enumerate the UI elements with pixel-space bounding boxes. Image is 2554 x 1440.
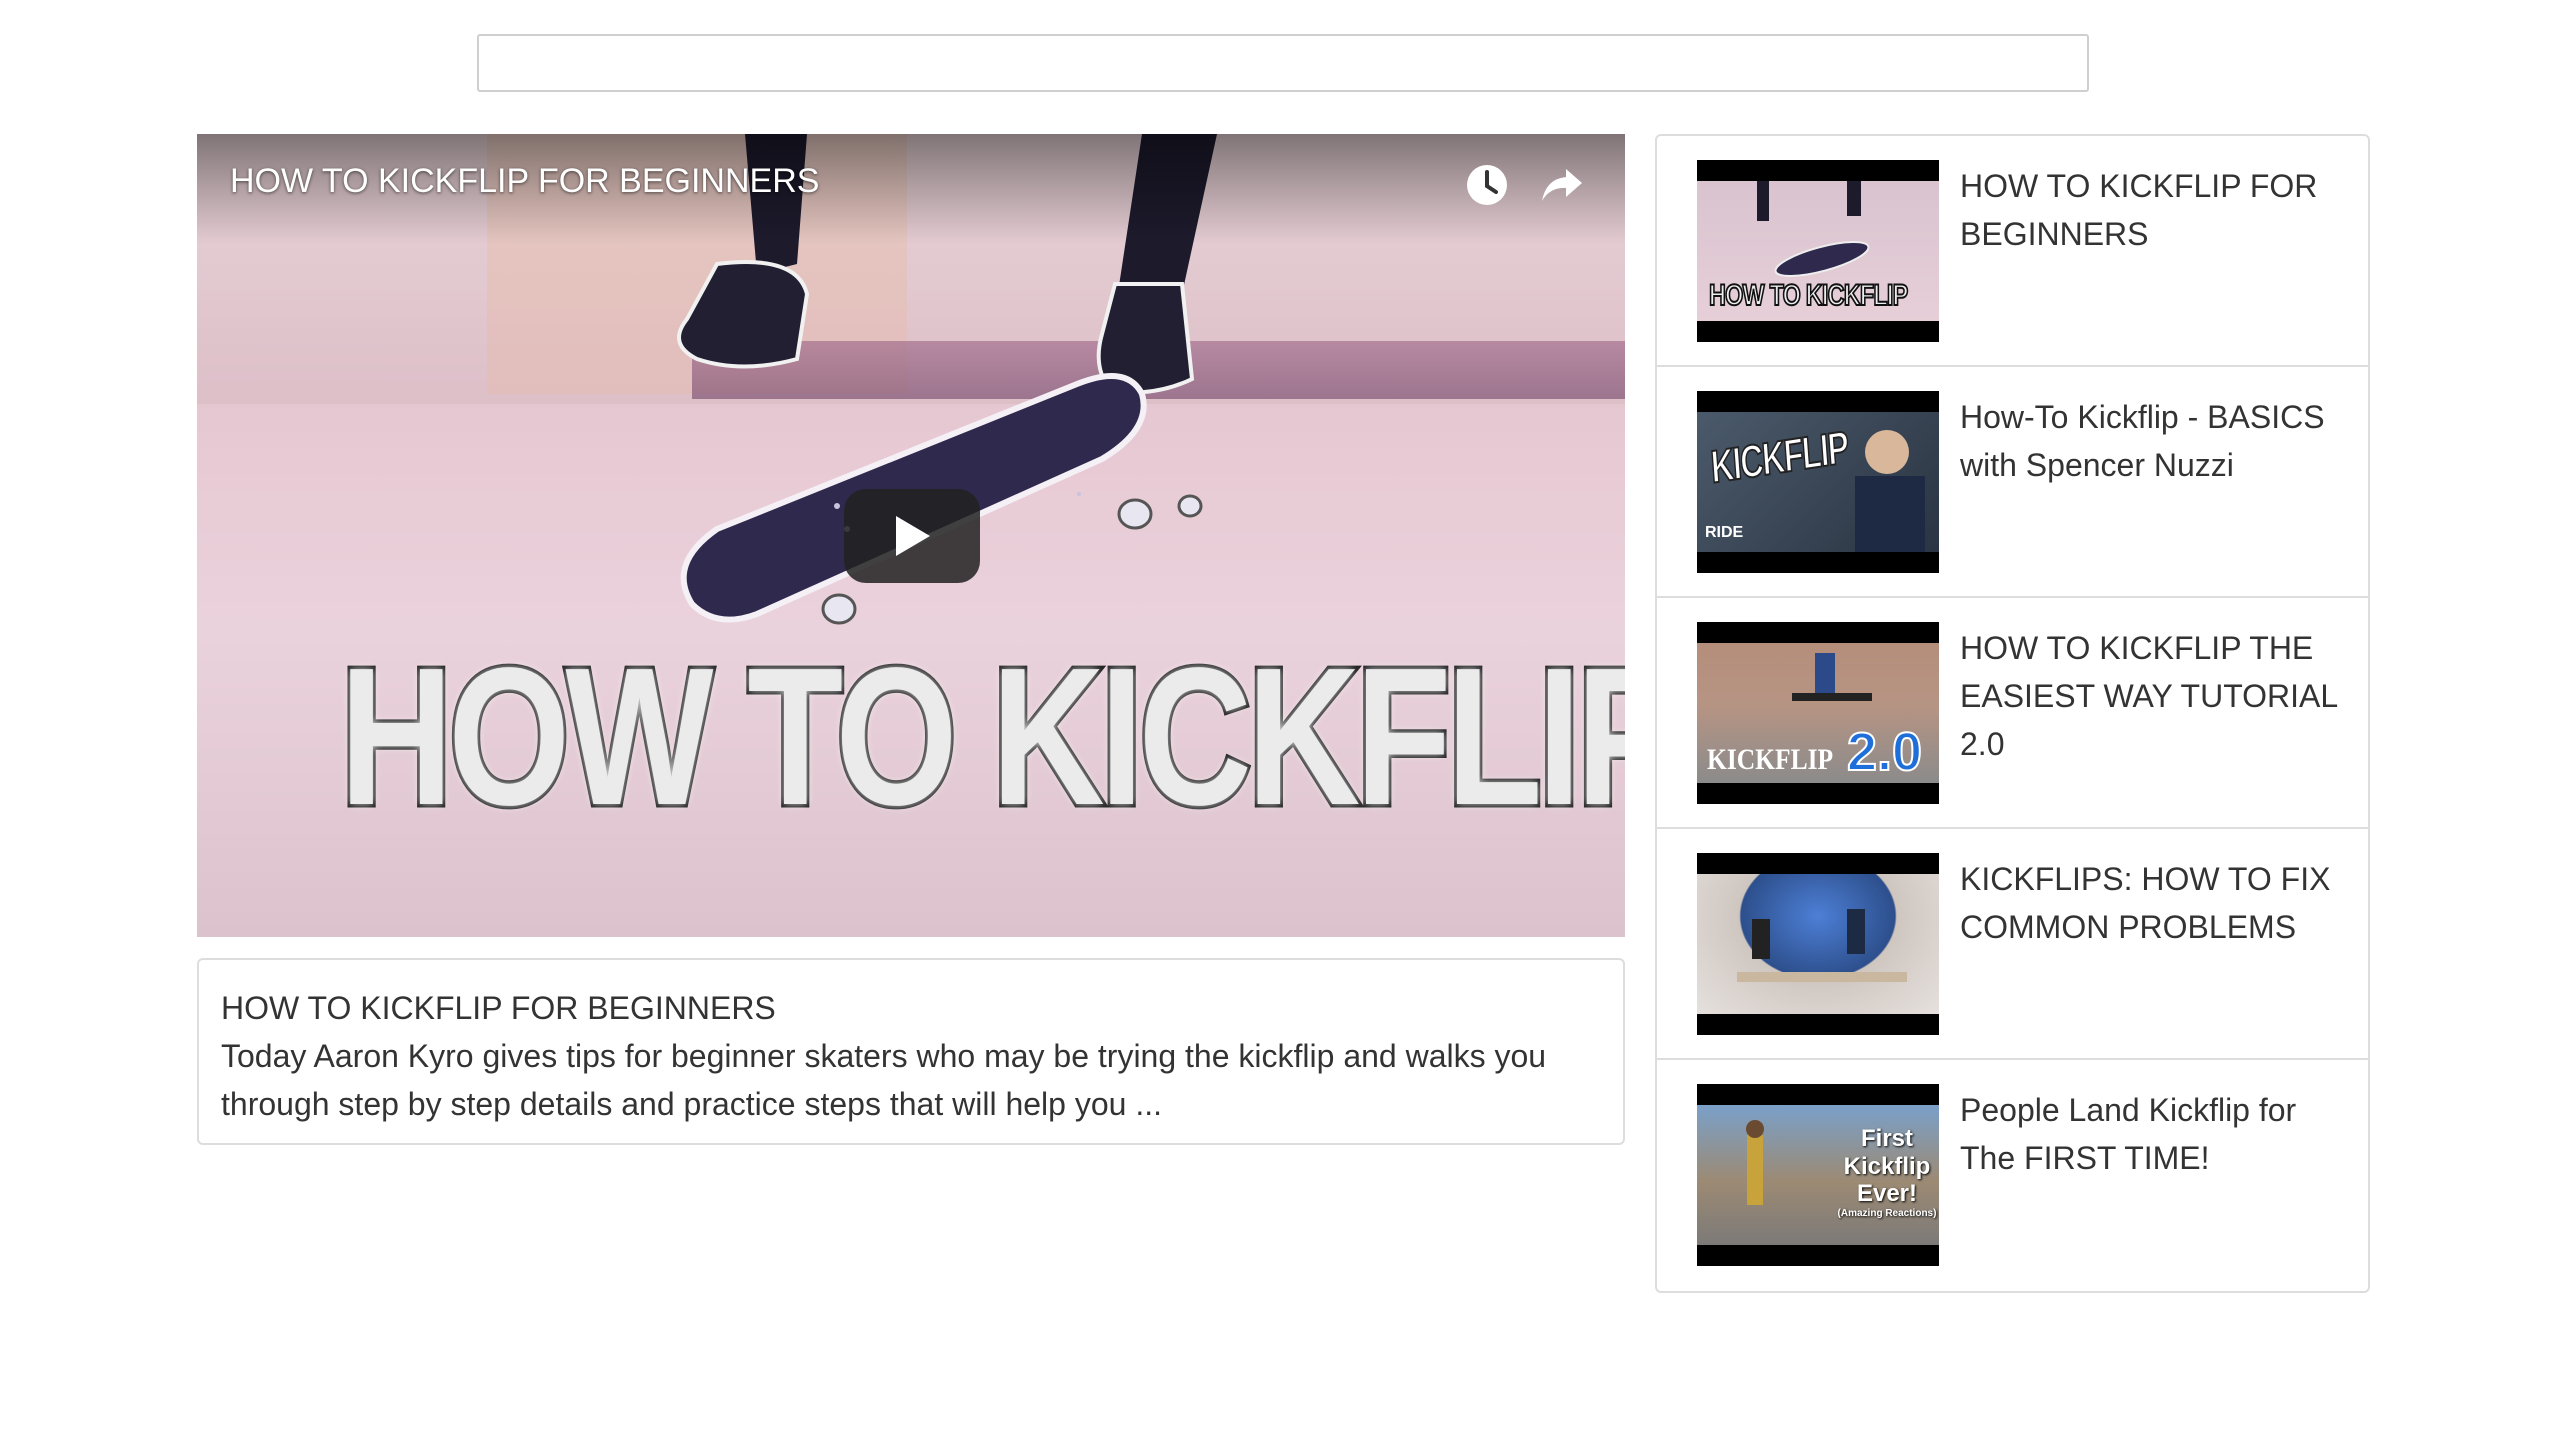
thumbnail-text: First bbox=[1860, 1125, 1913, 1152]
video-thumbnail[interactable]: HOW TO KICKFLIP bbox=[1697, 160, 1939, 342]
search-input[interactable] bbox=[477, 34, 2089, 92]
thumbnail-text: (Amazing Reactions) bbox=[1837, 1207, 1937, 1219]
video-thumbnail[interactable]: KICKFLIP RIDE bbox=[1697, 391, 1939, 573]
video-player[interactable]: HOW TO KICKFLIP FOR BEGINNERS HOW TO KIC… bbox=[197, 134, 1625, 937]
thumbnail-badge: RIDE bbox=[1705, 524, 1744, 541]
share-icon[interactable] bbox=[1537, 160, 1587, 210]
play-button[interactable] bbox=[844, 489, 980, 583]
video-list-item-title[interactable]: How-To Kickflip - BASICS with Spencer Nu… bbox=[1960, 393, 2355, 489]
video-list-item-title[interactable]: People Land Kickflip for The FIRST TIME! bbox=[1960, 1086, 2355, 1182]
video-list-item-title[interactable]: HOW TO KICKFLIP THE EASIEST WAY TUTORIAL… bbox=[1960, 624, 2355, 768]
thumbnail-badge: 2.0 bbox=[1846, 721, 1923, 783]
thumbnail-text: KICKFLIP bbox=[1707, 743, 1834, 776]
video-list-item[interactable]: HOW TO KICKFLIP HOW TO KICKFLIP FOR BEGI… bbox=[1657, 136, 2368, 367]
video-list-item[interactable]: KICKFLIP RIDE How-To Kickflip - BASICS w… bbox=[1657, 367, 2368, 598]
video-thumbnail[interactable] bbox=[1697, 853, 1939, 1035]
play-icon bbox=[896, 516, 930, 556]
watch-later-icon[interactable] bbox=[1462, 160, 1512, 210]
description-title: HOW TO KICKFLIP FOR BEGINNERS bbox=[221, 990, 776, 1026]
video-thumbnail[interactable]: KICKFLIP 2.0 bbox=[1697, 622, 1939, 804]
video-list-item[interactable]: First Kickflip Ever! (Amazing Reactions)… bbox=[1657, 1060, 2368, 1291]
video-list: HOW TO KICKFLIP HOW TO KICKFLIP FOR BEGI… bbox=[1655, 134, 2370, 1293]
video-thumbnail[interactable]: First Kickflip Ever! (Amazing Reactions) bbox=[1697, 1084, 1939, 1266]
video-list-item-title[interactable]: HOW TO KICKFLIP FOR BEGINNERS bbox=[1960, 162, 2355, 258]
description-text: Today Aaron Kyro gives tips for beginner… bbox=[221, 1038, 1547, 1122]
video-list-item[interactable]: KICKFLIP 2.0 HOW TO KICKFLIP THE EASIEST… bbox=[1657, 598, 2368, 829]
video-list-item[interactable]: KICKFLIPS: HOW TO FIX COMMON PROBLEMS bbox=[1657, 829, 2368, 1060]
video-list-item-title[interactable]: KICKFLIPS: HOW TO FIX COMMON PROBLEMS bbox=[1960, 855, 2355, 951]
video-description-panel: HOW TO KICKFLIP FOR BEGINNERS Today Aaro… bbox=[197, 958, 1625, 1145]
thumbnail-text: Ever! bbox=[1856, 1180, 1918, 1208]
thumbnail-text: HOW TO KICKFLIP bbox=[1708, 278, 1909, 313]
thumbnail-text: Kickflip bbox=[1843, 1152, 1931, 1180]
thumbnail-caption: HOW TO KICKFLIP bbox=[337, 627, 1625, 846]
thumbnail-caption-block: First Kickflip Ever! (Amazing Reactions) bbox=[1837, 1125, 1937, 1219]
player-title[interactable]: HOW TO KICKFLIP FOR BEGINNERS bbox=[230, 162, 819, 201]
